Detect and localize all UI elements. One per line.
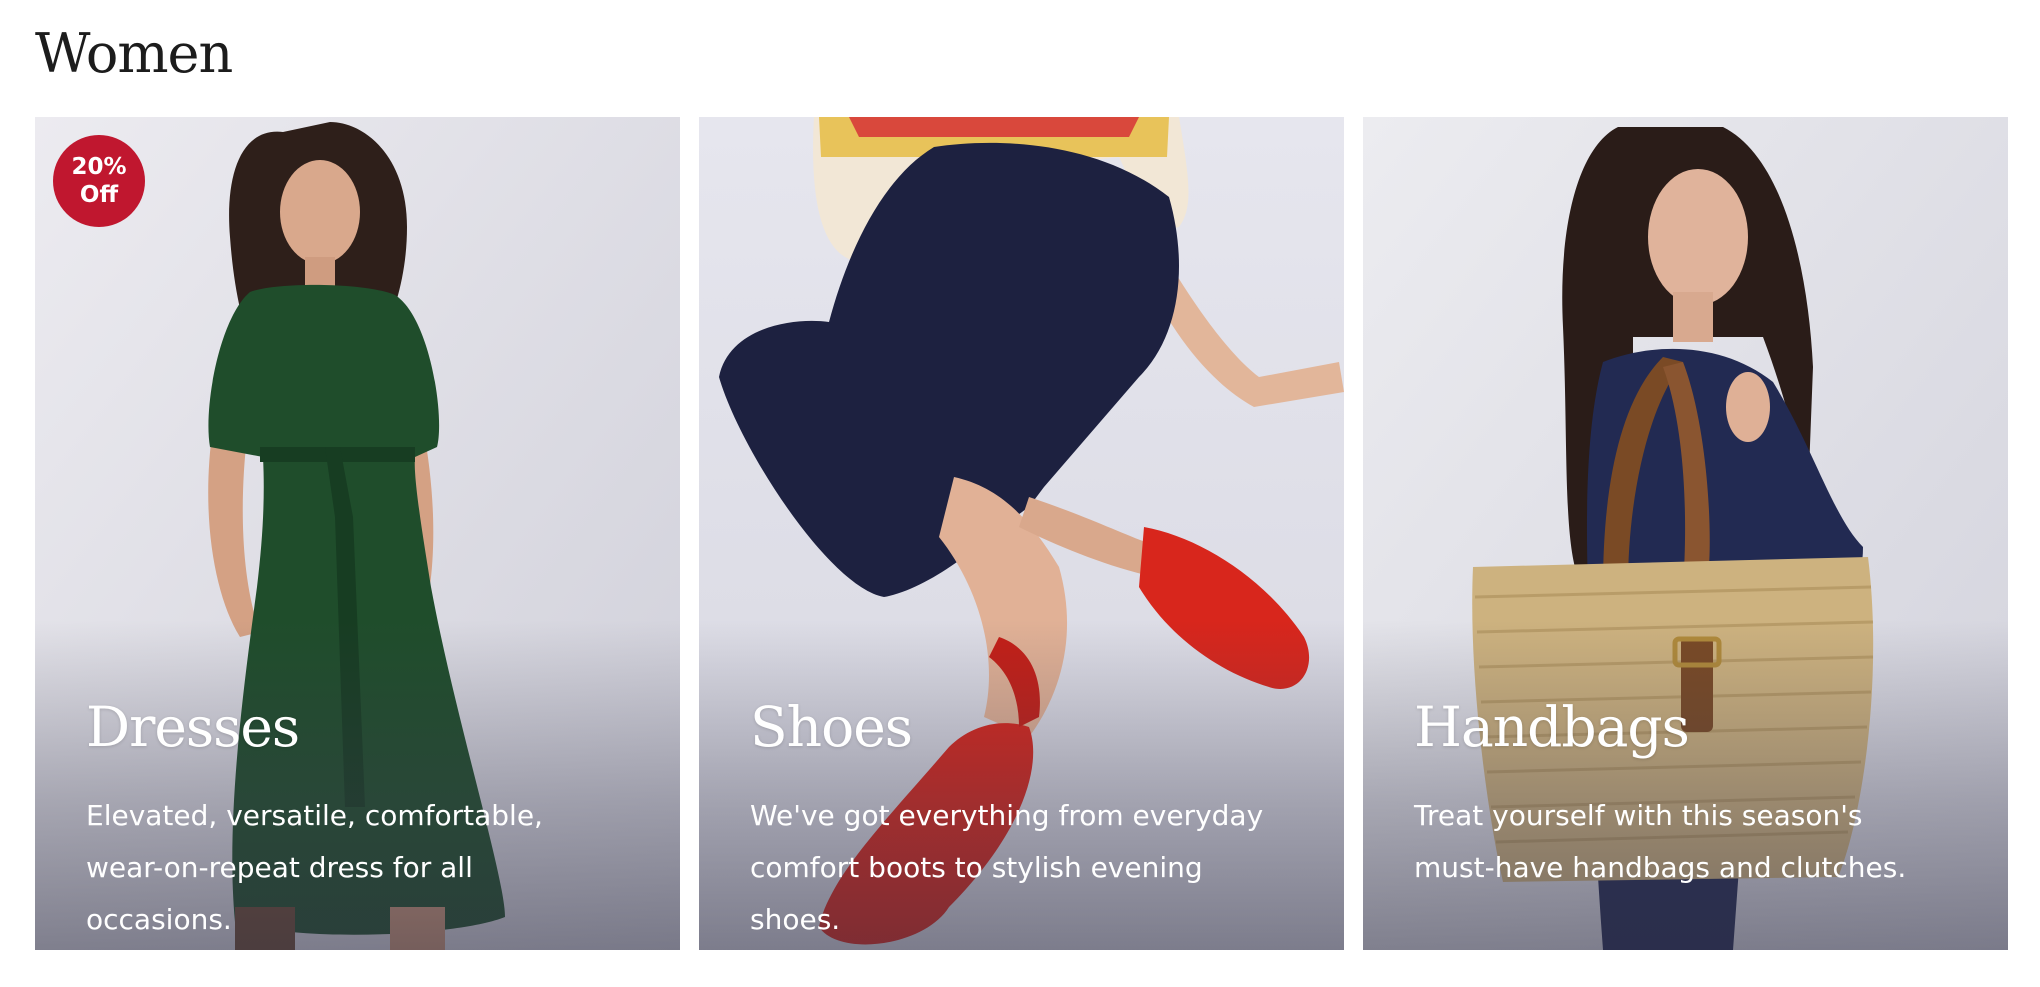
page-title: Women	[35, 22, 233, 85]
card-caption: Handbags Treat yourself with this season…	[1414, 697, 1968, 894]
category-card-shoes[interactable]: Shoes We've got everything from everyday…	[699, 117, 1344, 950]
card-description-handbags: Treat yourself with this season's must-h…	[1414, 798, 1907, 884]
card-description-dresses: Elevated, versatile, comfortable, wear-o…	[86, 798, 543, 936]
category-card-dresses[interactable]: 20% Off Dresses Elevated, versatile, comf…	[35, 117, 680, 950]
card-caption: Dresses Elevated, versatile, comfortable…	[86, 697, 640, 946]
card-title-shoes: Shoes	[750, 695, 913, 759]
category-card-handbags[interactable]: Handbags Treat yourself with this season…	[1363, 117, 2008, 950]
card-caption: Shoes We've got everything from everyday…	[750, 697, 1304, 946]
card-title-handbags: Handbags	[1414, 695, 1690, 759]
discount-badge: 20% Off	[53, 135, 145, 227]
card-title-dresses: Dresses	[86, 695, 300, 759]
category-cards: 20% Off Dresses Elevated, versatile, comf…	[35, 117, 2008, 950]
card-description-shoes: We've got everything from everyday comfo…	[750, 798, 1264, 936]
